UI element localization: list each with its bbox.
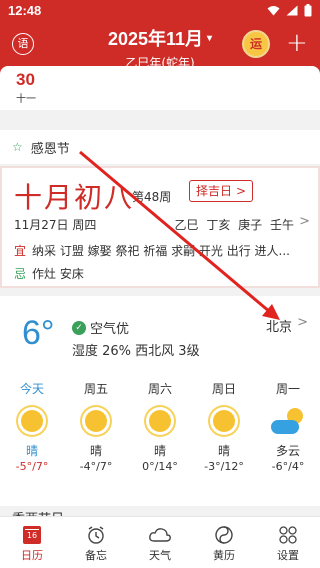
yi-row: 宜纳采 订盟 嫁娶 祭祀 祈福 求嗣 开光 出行 进人... <box>14 242 314 259</box>
forecast-day[interactable]: 周六 晴 0°/14° <box>128 380 192 473</box>
forecast-day[interactable]: 周一 多云 -6°/4° <box>256 380 320 473</box>
add-icon[interactable]: + <box>286 29 308 57</box>
sun-icon <box>21 410 43 432</box>
yin-yang-icon <box>215 526 233 544</box>
bottom-tab-bar: 16 日历 备忘 天气 黄历 设置 <box>0 516 320 568</box>
auspicious-day-label: 择吉日 <box>196 184 233 198</box>
calendar-day-lunar: 十一 <box>16 94 36 105</box>
sun-icon <box>85 410 107 432</box>
festival-row[interactable]: ☆ 感恩节 <box>0 130 320 164</box>
fortune-icon[interactable]: 运 <box>242 30 270 58</box>
signal-icon <box>286 5 298 16</box>
tab-label: 天气 <box>149 549 171 562</box>
forecast-day-label: 周一 <box>275 382 300 396</box>
lunar-date: 十月初八 <box>14 181 135 214</box>
alarm-clock-icon <box>88 526 104 544</box>
gregorian-date: 11月27日 周四 <box>14 218 97 232</box>
weather-card[interactable]: 6° ✓ 空气优 湿度 26% 西北风 3级 北京 > 今天 晴 -5°/7° … <box>0 296 320 506</box>
forecast-condition: 晴 <box>153 444 166 458</box>
status-bar: 12:48 <box>0 0 320 22</box>
forecast-day-label: 今天 <box>19 382 44 396</box>
star-outline-icon: ☆ <box>12 140 23 154</box>
current-temperature: 6° <box>22 314 55 352</box>
status-time: 12:48 <box>8 3 42 18</box>
almanac-card[interactable]: 十月初八 第48周 择吉日 > 11月27日 周四 乙巳 丁亥 庚子 壬午 > … <box>0 166 320 288</box>
ji-activities: 作灶 安床 <box>32 267 84 281</box>
air-quality: ✓ 空气优 <box>72 318 129 337</box>
forecast-day-label: 周五 <box>83 382 108 396</box>
festival-name: 感恩节 <box>30 141 70 157</box>
cloud-icon <box>149 528 171 542</box>
chevron-down-icon: ▾ <box>207 32 213 44</box>
wifi-icon <box>267 6 280 16</box>
forecast-row: 今天 晴 -5°/7° 周五 晴 -4°/7° 周六 晴 0°/14° 周日 晴… <box>0 380 320 473</box>
ji-mark: 忌 <box>14 267 27 281</box>
calendar-day-cell[interactable]: 30 <box>16 70 35 90</box>
forecast-condition: 晴 <box>217 444 230 458</box>
yi-mark: 宜 <box>14 244 27 258</box>
auspicious-day-button[interactable]: 择吉日 > <box>189 180 254 202</box>
partly-cloudy-icon <box>271 408 305 434</box>
tab-label: 黄历 <box>213 549 235 562</box>
tab-settings[interactable]: 设置 <box>256 517 320 568</box>
ganzhi-day: 乙巳 丁亥 庚子 壬午 <box>174 218 294 232</box>
battery-icon <box>304 4 312 17</box>
tab-label: 备忘 <box>85 549 107 562</box>
forecast-day[interactable]: 今天 晴 -5°/7° <box>0 380 64 473</box>
chevron-right-icon[interactable]: > <box>297 315 308 330</box>
forecast-day[interactable]: 周日 晴 -3°/12° <box>192 380 256 473</box>
forecast-condition: 晴 <box>25 444 38 458</box>
tab-memo[interactable]: 备忘 <box>64 517 128 568</box>
week-number: 第48周 <box>132 190 172 204</box>
chevron-right-icon: > <box>236 184 247 198</box>
forecast-day[interactable]: 周五 晴 -4°/7° <box>64 380 128 473</box>
tab-label: 日历 <box>21 549 43 562</box>
settings-grid-icon <box>279 526 297 544</box>
tab-weather[interactable]: 天气 <box>128 517 192 568</box>
ji-row: 忌作灶 安床 <box>14 265 314 282</box>
month-title: 2025年11月 <box>107 29 204 49</box>
calendar-day-strip: 30 十一 <box>0 66 320 110</box>
forecast-day-label: 周六 <box>147 382 172 396</box>
status-icons <box>267 4 312 17</box>
forecast-condition: 晴 <box>89 444 102 458</box>
header-title-area: 2025年11月 ▾ 乙巳年(蛇年) <box>0 25 320 71</box>
yi-activities: 纳采 订盟 嫁娶 祭祀 祈福 求嗣 开光 出行 进人... <box>32 244 290 258</box>
forecast-range: -3°/12° <box>204 460 244 473</box>
city-selector[interactable]: 北京 <box>266 316 292 335</box>
tab-label: 设置 <box>277 549 299 562</box>
month-selector[interactable]: 2025年11月 ▾ <box>108 25 212 51</box>
forecast-range: 0°/14° <box>142 460 178 473</box>
forecast-day-label: 周日 <box>211 382 236 396</box>
forecast-range: -6°/4° <box>271 460 305 473</box>
forecast-condition: 多云 <box>275 444 300 458</box>
calendar-icon: 16 <box>23 526 41 544</box>
air-quality-label: 空气优 <box>90 322 130 337</box>
tab-calendar[interactable]: 16 日历 <box>0 517 64 568</box>
forecast-range: -4°/7° <box>79 460 113 473</box>
tab-almanac[interactable]: 黄历 <box>192 517 256 568</box>
chevron-right-icon[interactable]: > <box>299 214 310 229</box>
humidity-wind: 湿度 26% 西北风 3级 <box>72 344 200 359</box>
sun-icon <box>213 410 235 432</box>
leaf-icon: ✓ <box>72 320 86 335</box>
forecast-range: -5°/7° <box>15 460 49 473</box>
sun-icon <box>149 410 171 432</box>
